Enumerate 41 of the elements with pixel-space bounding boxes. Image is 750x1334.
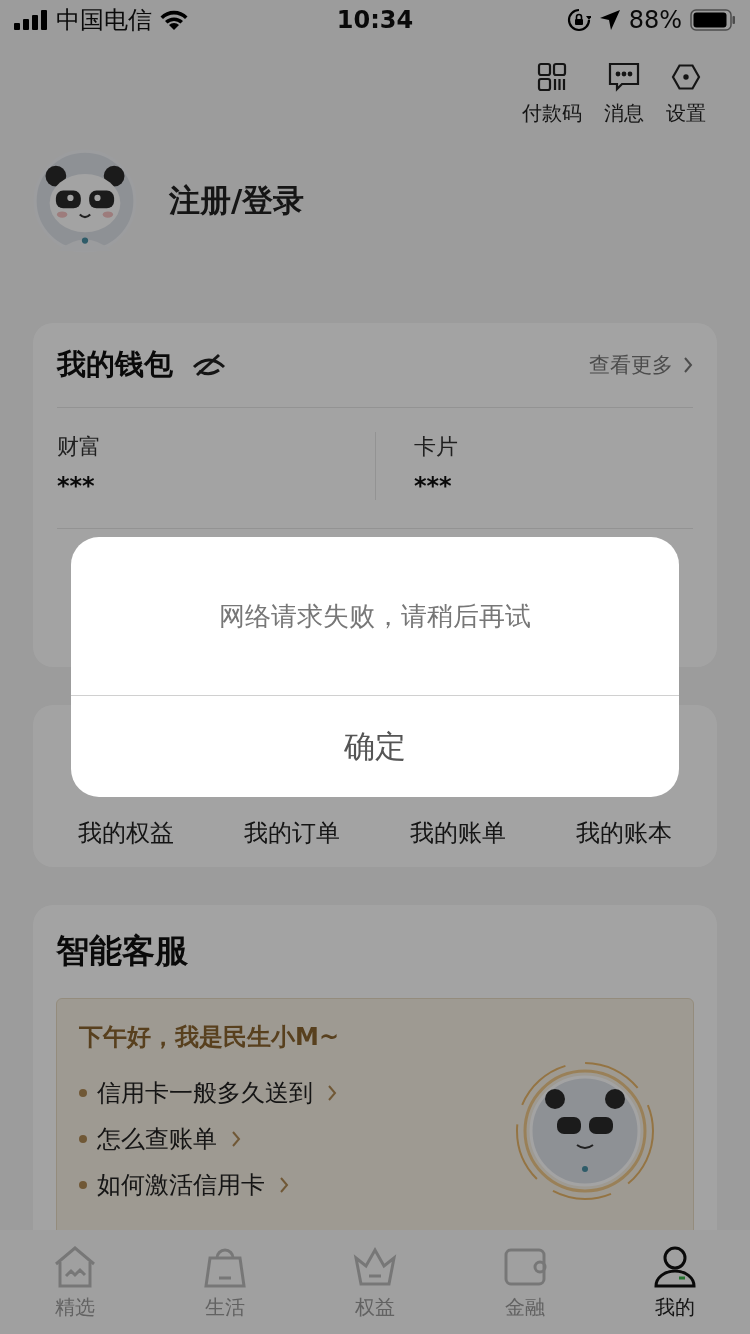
login-link[interactable]: 注册/登录 [169, 180, 305, 222]
header-action-button[interactable]: 设置 [666, 62, 706, 127]
orientation-lock-icon [566, 8, 591, 32]
quick-link[interactable]: 我的账本 [576, 817, 672, 849]
quick-link[interactable]: 我的订单 [244, 817, 340, 849]
header-action-button[interactable]: 付款码 [522, 62, 582, 127]
wifi-icon [160, 10, 188, 30]
header-action-button[interactable]: 消息 [604, 62, 644, 127]
chevron-icon [279, 1176, 289, 1194]
quick-link[interactable]: 我的权益 [78, 817, 174, 849]
bullet-icon [79, 1181, 87, 1189]
chevron-icon [231, 1130, 241, 1148]
eye-slash-icon[interactable] [191, 353, 227, 377]
battery-percent: 88% [628, 6, 682, 34]
wallet-title: 我的钱包 [57, 346, 173, 383]
tab-bar-item[interactable]: 我的 [650, 1242, 700, 1321]
alert-message: 网络请求失败，请稍后再试 [71, 537, 679, 696]
wallet-item-value: *** [414, 472, 453, 500]
view-more-link[interactable]: 查看更多 [589, 351, 693, 379]
status-time: 10:34 [336, 6, 414, 34]
chat-bubble-icon [608, 62, 640, 92]
qr-code-icon [537, 62, 567, 92]
wallet-item-label: 卡片 [414, 433, 459, 461]
bullet-icon [79, 1135, 87, 1143]
wallet-item-label: 财富 [57, 433, 102, 461]
location-arrow-icon [598, 9, 621, 31]
question-link[interactable]: 如何激活信用卡 [97, 1169, 289, 1201]
bullet-icon [79, 1089, 87, 1097]
carrier-name: 中国电信 [56, 5, 152, 36]
quick-link[interactable]: 我的账单 [410, 817, 506, 849]
battery-icon [690, 9, 736, 31]
question-link[interactable]: 怎么查账单 [97, 1123, 241, 1155]
greeting-text: 下午好，我是民生小M~ [79, 1022, 339, 1053]
service-title: 智能客服 [56, 930, 189, 972]
chevron-icon [683, 356, 693, 374]
settings-icon [671, 62, 701, 92]
confirm-button[interactable]: 确定 [71, 696, 679, 797]
chevron-icon [327, 1084, 337, 1102]
question-link[interactable]: 信用卡一般多久送到 [97, 1077, 337, 1109]
signal-icon [14, 10, 48, 30]
wallet-item-value: *** [57, 472, 96, 500]
